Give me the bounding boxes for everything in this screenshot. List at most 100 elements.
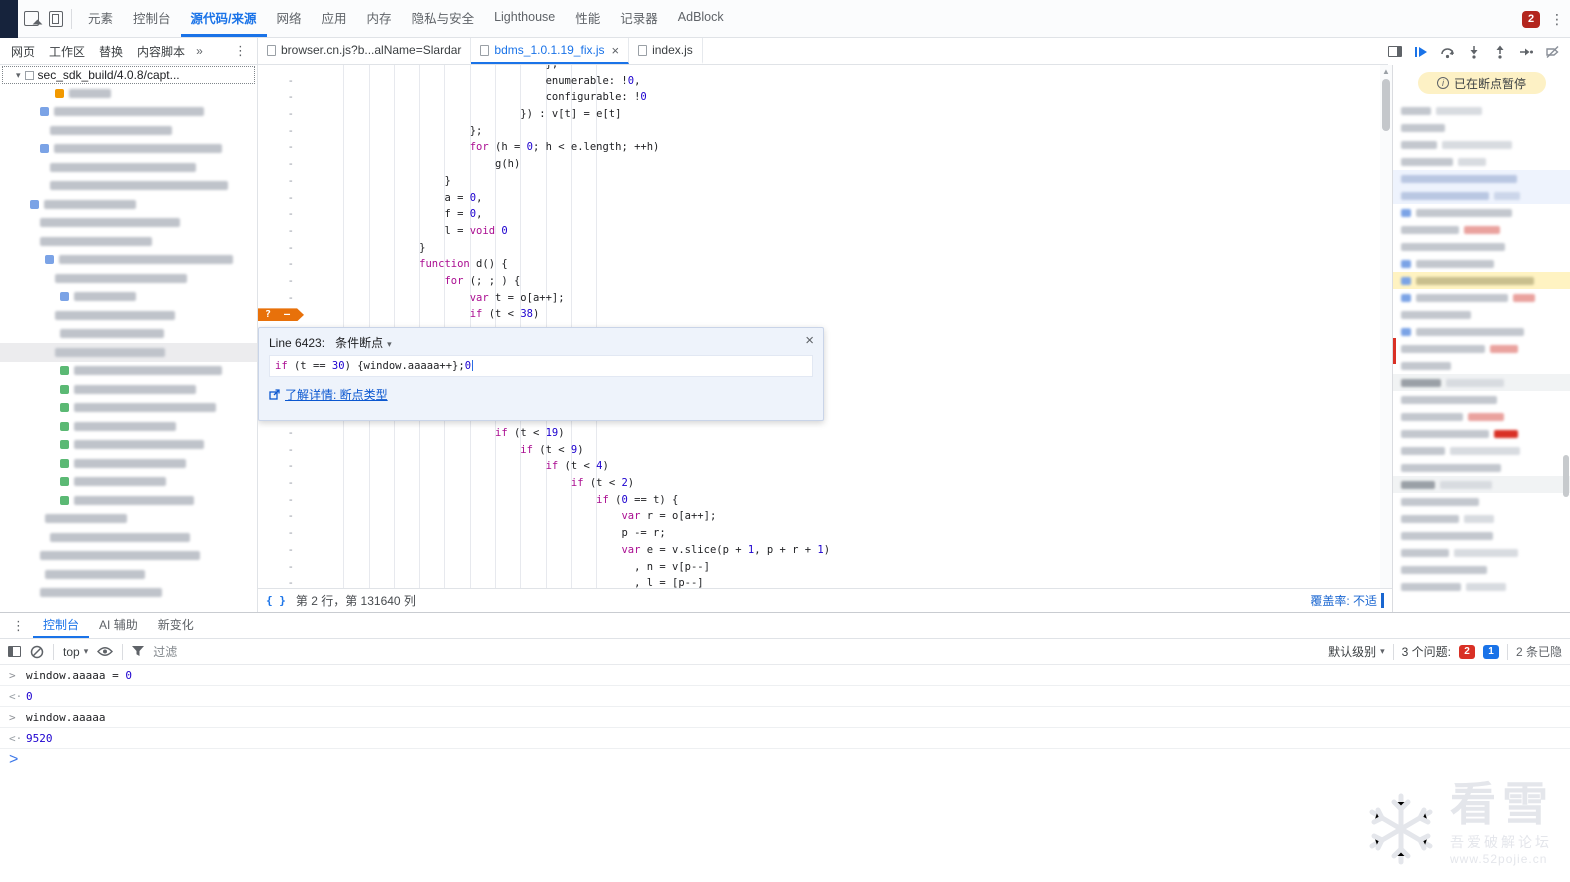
step-out-icon[interactable] (1493, 45, 1507, 59)
tree-item[interactable] (0, 491, 257, 510)
debugger-item[interactable] (1393, 289, 1570, 306)
console-tab-1[interactable]: AI 辅助 (89, 613, 148, 638)
debugger-item[interactable] (1393, 442, 1570, 459)
pretty-print-icon[interactable]: { } (266, 594, 286, 607)
context-selector[interactable]: top (63, 645, 88, 659)
scroll-up-icon[interactable]: ▲ (1380, 67, 1392, 76)
console-sidebar-icon[interactable] (8, 646, 21, 657)
line-gutter[interactable]: - (258, 425, 318, 442)
devtools-tab-7[interactable]: Lighthouse (484, 0, 565, 37)
breakpoint-type-dropdown[interactable]: 条件断点 (335, 334, 392, 351)
code-text[interactable]: if (t < 2) (318, 475, 634, 492)
tree-item[interactable] (0, 436, 257, 455)
code-text[interactable]: if (t < 19) (318, 425, 565, 442)
step-icon[interactable] (1519, 45, 1533, 59)
devtools-tab-3[interactable]: 网络 (267, 0, 312, 37)
tree-item[interactable] (0, 510, 257, 529)
sidebar-tab-1[interactable]: 工作区 (42, 43, 92, 60)
debugger-item[interactable] (1393, 527, 1570, 544)
tree-item[interactable] (0, 214, 257, 233)
line-gutter[interactable]: - (258, 575, 318, 588)
tree-item[interactable] (0, 343, 257, 362)
debugger-item[interactable] (1393, 238, 1570, 255)
tree-item[interactable] (0, 417, 257, 436)
debugger-item[interactable] (1393, 510, 1570, 527)
line-gutter[interactable]: - (258, 206, 318, 223)
line-gutter[interactable]: - (258, 256, 318, 273)
debugger-item[interactable] (1393, 272, 1570, 289)
debugger-item[interactable] (1393, 391, 1570, 408)
line-gutter[interactable]: - (258, 139, 318, 156)
tree-item[interactable] (0, 177, 257, 196)
debugger-item[interactable] (1393, 459, 1570, 476)
line-gutter[interactable]: - (258, 190, 318, 207)
console-prompt[interactable]: > (0, 749, 1570, 770)
code-text[interactable]: if (0 == t) { (318, 492, 678, 509)
devtools-tab-2[interactable]: 源代码/来源 (180, 0, 267, 37)
debugger-item[interactable] (1393, 136, 1570, 153)
code-text[interactable]: if (t < 9) (318, 442, 583, 459)
file-tab-1[interactable]: bdms_1.0.1.19_fix.js × (471, 38, 630, 64)
clear-console-icon[interactable] (30, 645, 44, 659)
debugger-item[interactable] (1393, 340, 1570, 357)
debugger-item[interactable] (1393, 357, 1570, 374)
error-count-badge[interactable]: 2 (1522, 10, 1540, 28)
line-gutter[interactable]: - (258, 290, 318, 307)
code-text[interactable]: }; (318, 123, 483, 140)
line-gutter[interactable]: - (258, 475, 318, 492)
code-text[interactable]: a = 0, (318, 190, 482, 207)
debugger-item[interactable] (1393, 119, 1570, 136)
debugger-item[interactable] (1393, 255, 1570, 272)
tree-item[interactable] (0, 380, 257, 399)
debugger-item[interactable] (1393, 153, 1570, 170)
code-text[interactable]: if (t < 4) (318, 458, 609, 475)
code-text[interactable]: p -= r; (318, 525, 665, 542)
debugger-item[interactable] (1393, 323, 1570, 340)
debugger-item[interactable] (1393, 187, 1570, 204)
breakpoint-learn-more-link[interactable]: 了解详情: 断点类型 (285, 386, 388, 403)
tree-item[interactable] (0, 547, 257, 566)
devtools-tab-8[interactable]: 性能 (565, 0, 610, 37)
sidebar-tab-3[interactable]: 内容脚本 (130, 43, 192, 60)
code-text[interactable]: for (; ; ) { (318, 273, 520, 290)
step-over-icon[interactable] (1440, 45, 1455, 59)
tree-item[interactable] (0, 528, 257, 547)
console-tab-0[interactable]: 控制台 (33, 613, 90, 638)
tree-item[interactable] (0, 362, 257, 381)
line-gutter[interactable]: - (258, 508, 318, 525)
devtools-tab-0[interactable]: 元素 (78, 0, 123, 37)
toggle-debugger-sidebar-icon[interactable] (1388, 46, 1402, 57)
line-gutter[interactable]: - (258, 123, 318, 140)
code-text[interactable]: g(h) (318, 156, 520, 173)
debugger-item[interactable] (1393, 221, 1570, 238)
code-text[interactable]: var r = o[a++]; (318, 508, 716, 525)
file-tab-2[interactable]: index.js (629, 38, 703, 64)
sidebar-tab-0[interactable]: 网页 (4, 43, 42, 60)
conditional-breakpoint-marker[interactable]: ? (258, 308, 304, 322)
inspect-element-icon[interactable] (24, 11, 39, 26)
line-gutter[interactable]: - (258, 173, 318, 190)
deactivate-breakpoints-icon[interactable] (1545, 45, 1560, 59)
line-gutter[interactable]: - (258, 542, 318, 559)
line-gutter[interactable]: -? (258, 306, 318, 323)
line-gutter[interactable]: - (258, 525, 318, 542)
tree-item[interactable] (0, 84, 257, 103)
debugger-item[interactable] (1393, 561, 1570, 578)
editor-scrollbar[interactable]: ▲ (1380, 65, 1392, 588)
tree-item[interactable] (0, 251, 257, 270)
code-text[interactable]: } (318, 240, 425, 257)
code-text[interactable]: var t = o[a++]; (318, 290, 565, 307)
code-text[interactable]: function d() { (318, 256, 508, 273)
device-toolbar-icon[interactable] (49, 10, 63, 27)
debugger-item[interactable] (1393, 425, 1570, 442)
tree-item[interactable] (0, 454, 257, 473)
devtools-tab-10[interactable]: AdBlock (668, 0, 734, 37)
file-tab-0[interactable]: browser.cn.js?b...alName=Slardar (258, 38, 472, 64)
devtools-tab-6[interactable]: 隐私与安全 (402, 0, 485, 37)
line-gutter[interactable]: - (258, 240, 318, 257)
devtools-tab-9[interactable]: 记录器 (610, 0, 668, 37)
line-gutter[interactable]: - (258, 223, 318, 240)
tree-item[interactable] (0, 158, 257, 177)
tree-item[interactable] (0, 584, 257, 603)
panel-scrollbar-thumb[interactable] (1563, 455, 1569, 497)
